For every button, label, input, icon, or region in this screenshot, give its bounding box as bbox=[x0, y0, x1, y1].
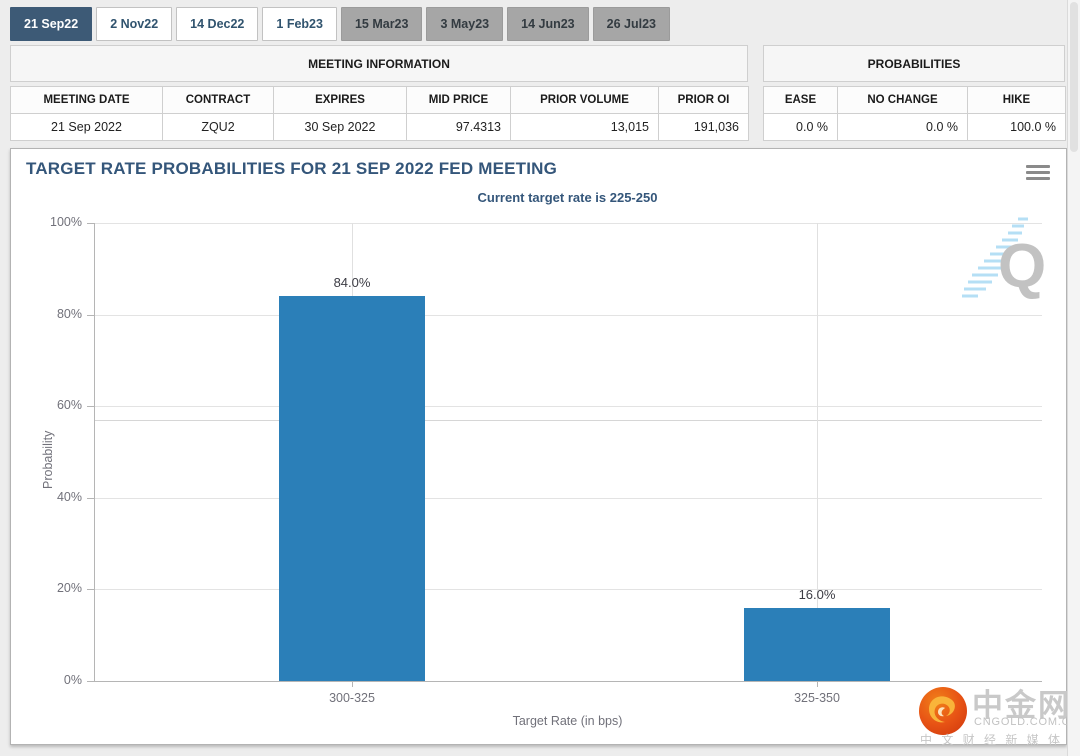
hamburger-icon[interactable] bbox=[1026, 165, 1050, 183]
fedwatch-page: 21 Sep22 2 Nov22 14 Dec22 1 Feb23 15 Mar… bbox=[0, 0, 1080, 756]
y-axis-tick bbox=[87, 498, 94, 499]
tab-3-may23[interactable]: 3 May23 bbox=[426, 7, 504, 41]
column-header-prior-oi: PRIOR OI bbox=[658, 86, 749, 114]
cngold-logo: 中金网 CNGOLD.COM.CN 中 文 财 经 新 媒 体 bbox=[918, 684, 1080, 750]
y-axis-tick bbox=[87, 315, 94, 316]
column-header-hike: HIKE bbox=[967, 86, 1066, 114]
scrollbar-thumb[interactable] bbox=[1070, 2, 1078, 152]
cell-ease: 0.0 % bbox=[763, 113, 838, 141]
cngold-tagline: 中 文 财 经 新 媒 体 bbox=[920, 733, 1064, 747]
column-header-mid-price: MID PRICE bbox=[406, 86, 511, 114]
target-rate-chart-panel: TARGET RATE PROBABILITIES FOR 21 SEP 202… bbox=[10, 148, 1067, 745]
column-header-no-change: NO CHANGE bbox=[837, 86, 968, 114]
cngold-domain: CNGOLD.COM.CN bbox=[974, 716, 1080, 728]
tab-21-sep22[interactable]: 21 Sep22 bbox=[10, 7, 93, 41]
svg-text:Q: Q bbox=[998, 232, 1046, 301]
y-tick-label: 20% bbox=[56, 581, 82, 595]
tab-1-feb23[interactable]: 1 Feb23 bbox=[262, 7, 337, 41]
y-tick-label: 0% bbox=[63, 673, 82, 687]
gridline-horizontal bbox=[95, 223, 1042, 224]
bar-325-350[interactable] bbox=[744, 608, 890, 681]
probabilities-table: EASE NO CHANGE HIKE 0.0 % 0.0 % 100.0 % bbox=[763, 86, 1066, 141]
y-tick-label: 80% bbox=[56, 307, 82, 321]
chart-subtitle: Current target rate is 225-250 bbox=[477, 190, 658, 205]
y-axis-tick bbox=[87, 406, 94, 407]
tab-14-dec22[interactable]: 14 Dec22 bbox=[176, 7, 259, 41]
bar-300-325[interactable] bbox=[279, 296, 425, 681]
vertical-scrollbar[interactable] bbox=[1067, 0, 1080, 756]
y-axis-title: Probability bbox=[41, 430, 55, 489]
probabilities-data-row: 0.0 % 0.0 % 100.0 % bbox=[763, 113, 1066, 141]
gridline-horizontal bbox=[95, 406, 1042, 407]
quikstrike-q-watermark-icon: Q bbox=[960, 213, 1052, 316]
gridline-horizontal-faint bbox=[95, 420, 1042, 421]
probabilities-header-row: EASE NO CHANGE HIKE bbox=[763, 86, 1066, 114]
probabilities-panel: PROBABILITIES EASE NO CHANGE HIKE 0.0 % … bbox=[763, 45, 1066, 141]
cell-prior-oi: 191,036 bbox=[658, 113, 749, 141]
column-header-expires: EXPIRES bbox=[273, 86, 407, 114]
column-header-contract: CONTRACT bbox=[162, 86, 274, 114]
column-header-meeting-date: MEETING DATE bbox=[10, 86, 163, 114]
tab-14-jun23[interactable]: 14 Jun23 bbox=[507, 7, 589, 41]
gridline-horizontal bbox=[95, 315, 1042, 316]
meeting-information-title: MEETING INFORMATION bbox=[10, 45, 748, 82]
cell-mid-price: 97.4313 bbox=[406, 113, 511, 141]
gridline-horizontal bbox=[95, 589, 1042, 590]
cell-meeting-date: 21 Sep 2022 bbox=[10, 113, 163, 141]
bar-value-label: 16.0% bbox=[798, 587, 836, 602]
x-axis-title: Target Rate (in bps) bbox=[512, 714, 623, 728]
y-axis-tick bbox=[87, 681, 94, 682]
x-category-label: 300-325 bbox=[329, 691, 375, 705]
meeting-information-panel: MEETING INFORMATION MEETING DATE CONTRAC… bbox=[10, 45, 749, 141]
tab-2-nov22[interactable]: 2 Nov22 bbox=[96, 7, 173, 41]
probabilities-title: PROBABILITIES bbox=[763, 45, 1065, 82]
cell-expires: 30 Sep 2022 bbox=[273, 113, 407, 141]
plot-area: 0% 20% 40% 60% 80% 100% 84.0% 300-325 16.0% 325-3… bbox=[50, 215, 1042, 705]
meeting-data-row: 21 Sep 2022 ZQU2 30 Sep 2022 97.4313 13,… bbox=[10, 113, 749, 141]
gridline-horizontal bbox=[95, 498, 1042, 499]
cell-prior-volume: 13,015 bbox=[510, 113, 659, 141]
x-axis-tick bbox=[817, 681, 818, 687]
chart-title: TARGET RATE PROBABILITIES FOR 21 SEP 202… bbox=[26, 159, 558, 178]
cell-contract: ZQU2 bbox=[162, 113, 274, 141]
y-tick-label: 40% bbox=[56, 490, 82, 504]
y-axis-tick bbox=[87, 223, 94, 224]
tab-15-mar23[interactable]: 15 Mar23 bbox=[340, 7, 423, 41]
y-tick-label: 100% bbox=[50, 215, 82, 229]
tab-26-jul23[interactable]: 26 Jul23 bbox=[592, 7, 670, 41]
meeting-header-row: MEETING DATE CONTRACT EXPIRES MID PRICE … bbox=[10, 86, 749, 114]
x-category-label: 325-350 bbox=[794, 691, 840, 705]
cell-no-change: 0.0 % bbox=[837, 113, 968, 141]
x-axis-tick bbox=[352, 681, 353, 687]
y-axis-tick bbox=[87, 589, 94, 590]
bar-value-label: 84.0% bbox=[333, 275, 371, 290]
column-header-prior-volume: PRIOR VOLUME bbox=[510, 86, 659, 114]
column-header-ease: EASE bbox=[763, 86, 838, 114]
cell-hike: 100.0 % bbox=[967, 113, 1066, 141]
meeting-date-tabs: 21 Sep22 2 Nov22 14 Dec22 1 Feb23 15 Mar… bbox=[10, 7, 670, 41]
y-tick-label: 60% bbox=[56, 398, 82, 412]
meeting-information-table: MEETING DATE CONTRACT EXPIRES MID PRICE … bbox=[10, 86, 749, 141]
